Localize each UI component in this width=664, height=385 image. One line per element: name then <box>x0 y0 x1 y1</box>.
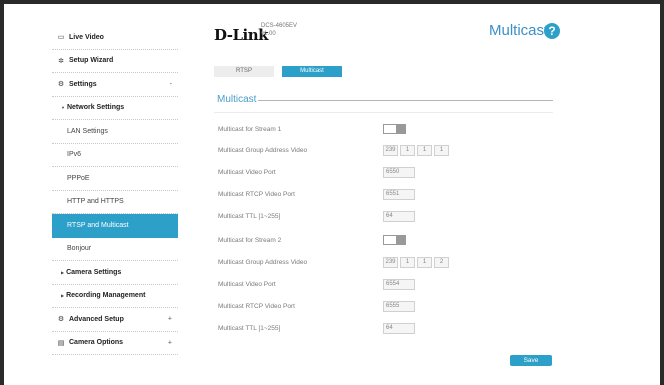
help-icon[interactable]: ? <box>544 23 560 39</box>
sidebar-item-label: Bonjour <box>67 245 92 253</box>
field-label: Multicast Video Port <box>218 168 276 176</box>
sidebar-item-label: Live Video <box>69 33 104 41</box>
field-label: Multicast for Stream 2 <box>218 236 282 244</box>
section-underline <box>214 112 553 113</box>
stream2-multicast-toggle[interactable] <box>383 235 406 245</box>
sidebar-item-advanced-setup[interactable]: ⚙ Advanced Setup + <box>52 308 178 332</box>
sidebar-item-ipv6[interactable]: IPv6 <box>52 144 178 167</box>
stream1-rtcp-port-input[interactable]: 6551 <box>383 188 415 200</box>
stream2-rtcp-port-row: Multicast RTCP Video Port 6555 <box>218 299 554 313</box>
ip-octet-2[interactable]: 1 <box>400 144 415 156</box>
video-icon: ▭ <box>57 34 65 42</box>
collapse-icon[interactable]: - <box>170 81 172 88</box>
toggle-knob <box>384 125 396 133</box>
dlink-logo: D-Link <box>214 26 269 44</box>
stream1-multicast-toggle[interactable] <box>383 124 406 134</box>
sidebar: ▭ Live Video ✲ Setup Wizard ⚙ Settings -… <box>52 26 178 355</box>
expand-icon[interactable]: + <box>168 339 172 346</box>
sidebar-item-camera-options[interactable]: ▤ Camera Options + <box>52 332 178 355</box>
sidebar-item-rtsp-multicast[interactable]: RTSP and Multicast <box>52 214 178 238</box>
ip-octet-4[interactable]: 2 <box>434 256 449 268</box>
expand-icon[interactable]: + <box>168 316 172 323</box>
sidebar-item-network-settings[interactable]: ▼ Network Settings <box>52 97 178 120</box>
caret-right-icon: ▶ <box>61 269 65 275</box>
tab-multicast[interactable]: Multicast <box>282 66 342 77</box>
model-version: v1.00 <box>261 31 276 37</box>
ip-octet-4[interactable]: 1 <box>434 144 449 156</box>
sidebar-item-recording-management[interactable]: ▶ Recording Management <box>52 285 178 308</box>
sidebar-item-label: Recording Management <box>66 292 146 300</box>
stream1-video-port-input[interactable]: 6550 <box>383 166 415 178</box>
tab-bar: RTSP Multicast <box>214 66 350 77</box>
section-divider <box>217 100 553 101</box>
stream2-toggle-row: Multicast for Stream 2 <box>218 233 554 247</box>
sidebar-item-label: RTSP and Multicast <box>67 221 129 229</box>
field-label: Multicast RTCP Video Port <box>218 190 295 198</box>
field-label: Multicast Video Port <box>218 280 276 288</box>
stream1-ttl-row: Multicast TTL [1~255] 64 <box>218 209 554 223</box>
model-info: DCS-4605EV v1.00 <box>261 22 297 38</box>
stream2-group-address: 239 1 1 2 <box>383 256 451 268</box>
ip-octet-3[interactable]: 1 <box>417 256 432 268</box>
field-label: Multicast Group Address Video <box>218 146 308 154</box>
sidebar-item-pppoe[interactable]: PPPoE <box>52 167 178 191</box>
field-label: Multicast RTCP Video Port <box>218 302 295 310</box>
sidebar-item-label: PPPoE <box>67 174 90 182</box>
toggle-knob <box>384 236 396 244</box>
stream1-toggle-row: Multicast for Stream 1 <box>218 122 554 136</box>
sidebar-item-bonjour[interactable]: Bonjour <box>52 238 178 261</box>
field-label: Multicast TTL [1~255] <box>218 212 281 220</box>
document-icon: ▤ <box>57 339 65 347</box>
stream2-ttl-input[interactable]: 64 <box>383 322 415 334</box>
caret-down-icon: ▼ <box>61 105 65 111</box>
sidebar-item-settings[interactable]: ⚙ Settings - <box>52 73 178 97</box>
sidebar-item-label: Advanced Setup <box>69 315 124 323</box>
ip-octet-1[interactable]: 239 <box>383 256 398 268</box>
sidebar-item-http-https[interactable]: HTTP and HTTPS <box>52 191 178 214</box>
sidebar-item-label: Camera Settings <box>66 268 122 276</box>
sidebar-item-label: Settings <box>69 80 97 88</box>
wand-icon: ✲ <box>58 57 64 65</box>
field-label: Multicast TTL [1~255] <box>218 324 281 332</box>
stream1-rtcp-port-row: Multicast RTCP Video Port 6551 <box>218 187 554 201</box>
sidebar-item-label: Camera Options <box>69 339 124 347</box>
field-label: Multicast for Stream 1 <box>218 125 282 133</box>
model-name: DCS-4605EV <box>261 23 298 29</box>
stream2-video-port-row: Multicast Video Port 6554 <box>218 277 554 291</box>
tab-rtsp[interactable]: RTSP <box>214 66 274 77</box>
stream2-ttl-row: Multicast TTL [1~255] 64 <box>218 321 554 335</box>
ip-octet-3[interactable]: 1 <box>417 144 432 156</box>
sidebar-item-label: LAN Settings <box>67 127 108 135</box>
stream1-video-port-row: Multicast Video Port 6550 <box>218 165 554 179</box>
sidebar-item-lan-settings[interactable]: LAN Settings <box>52 120 178 144</box>
sidebar-item-label: Network Settings <box>66 104 125 112</box>
gear-icon: ⚙ <box>57 81 65 89</box>
caret-right-icon: ▶ <box>61 293 65 299</box>
sidebar-item-setup-wizard[interactable]: ✲ Setup Wizard <box>52 50 178 73</box>
advanced-gear-icon: ⚙ <box>57 316 65 324</box>
ip-octet-1[interactable]: 239 <box>383 144 398 156</box>
save-button[interactable]: Save <box>510 355 552 366</box>
section-title: Multicast <box>217 94 259 105</box>
sidebar-item-live-video[interactable]: ▭ Live Video <box>52 26 178 50</box>
sidebar-item-label: Setup Wizard <box>69 57 114 65</box>
stream1-group-row: Multicast Group Address Video 239 1 1 1 <box>218 143 554 157</box>
sidebar-item-camera-settings[interactable]: ▶ Camera Settings <box>52 261 178 285</box>
ip-octet-2[interactable]: 1 <box>400 256 415 268</box>
stream1-ttl-input[interactable]: 64 <box>383 210 415 222</box>
sidebar-item-label: IPv6 <box>67 151 82 159</box>
stream2-group-row: Multicast Group Address Video 239 1 1 2 <box>218 255 554 269</box>
field-label: Multicast Group Address Video <box>218 258 308 266</box>
stream2-video-port-input[interactable]: 6554 <box>383 278 415 290</box>
sidebar-item-label: HTTP and HTTPS <box>67 198 124 206</box>
page-title: Multicast <box>489 22 549 39</box>
stream1-group-address: 239 1 1 1 <box>383 144 451 156</box>
stream2-rtcp-port-input[interactable]: 6555 <box>383 300 415 312</box>
